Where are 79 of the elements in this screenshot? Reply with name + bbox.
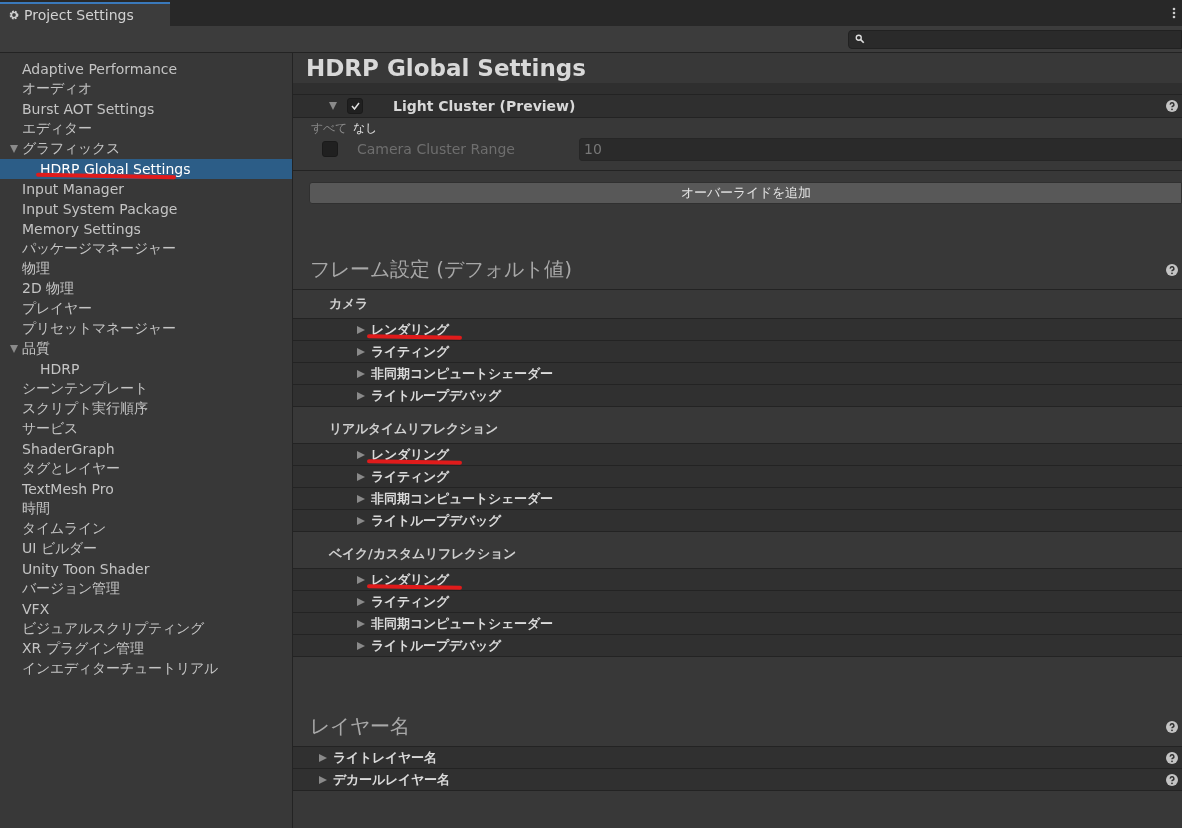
sidebar-item[interactable]: HDRP Global Settings [0,159,292,179]
sidebar-item[interactable]: サービス [0,419,292,439]
sidebar-item[interactable]: タグとレイヤー [0,459,292,479]
sidebar-item[interactable]: Adaptive Performance [0,59,292,79]
foldout-row[interactable]: ライトループデバッグ [293,385,1182,407]
sidebar-item[interactable]: TextMesh Pro [0,479,292,499]
expand-arrow-icon[interactable] [357,575,365,584]
foldout-row[interactable]: 非同期コンピュートシェーダー [293,363,1182,385]
foldout-row[interactable]: ライトループデバッグ [293,510,1182,532]
foldout-row[interactable]: 非同期コンピュートシェーダー [293,488,1182,510]
help-icon[interactable] [1166,263,1178,276]
foldout-row[interactable]: 非同期コンピュートシェーダー [293,613,1182,635]
sidebar-item[interactable]: オーディオ [0,79,292,99]
expand-arrow-icon[interactable] [357,450,365,459]
sidebar-item[interactable]: 品質 [0,339,292,359]
help-icon[interactable] [1166,751,1178,764]
sidebar-item[interactable]: XR プラグイン管理 [0,639,292,659]
expand-arrow-icon[interactable] [357,494,365,503]
expand-arrow-icon[interactable] [357,516,365,525]
check-icon [350,102,360,110]
expand-arrow-icon [10,345,18,353]
expand-arrow-icon[interactable] [357,347,365,356]
expand-arrow-icon[interactable] [357,325,365,334]
expand-arrow-icon[interactable] [319,753,327,762]
help-icon[interactable] [1166,100,1178,112]
sidebar-item[interactable]: パッケージマネージャー [0,239,292,259]
sidebar-item[interactable]: UI ビルダー [0,539,292,559]
sidebar-item[interactable]: Input Manager [0,179,292,199]
select-all-link[interactable]: すべて [311,119,347,137]
sidebar-item[interactable]: Memory Settings [0,219,292,239]
expand-arrow-icon[interactable] [357,472,365,481]
sidebar-item[interactable]: グラフィックス [0,139,292,159]
foldout-row[interactable]: デカールレイヤー名 [293,769,1182,791]
sidebar-item[interactable]: シーンテンプレート [0,379,292,399]
sidebar-item[interactable]: 時間 [0,499,292,519]
expand-arrow-icon[interactable] [357,619,365,628]
sidebar-item[interactable]: プレイヤー [0,299,292,319]
section-title: フレーム設定 (デフォルト値) [310,256,572,283]
search-icon [855,34,865,44]
checkbox[interactable] [347,98,363,114]
more-menu-icon[interactable] [1172,7,1176,19]
sidebar-item[interactable]: Unity Toon Shader [0,559,292,579]
sidebar-item[interactable]: プリセットマネージャー [0,319,292,339]
sidebar-item[interactable]: ShaderGraph [0,439,292,459]
sidebar-item[interactable]: エディター [0,119,292,139]
help-icon[interactable] [1166,720,1178,733]
foldout-row[interactable]: ライトループデバッグ [293,635,1182,657]
page-title: HDRP Global Settings [305,54,587,83]
foldout-row[interactable]: ライティング [293,341,1182,363]
sidebar-item[interactable]: ビジュアルスクリプティング [0,619,292,639]
checkbox[interactable] [322,141,338,157]
expand-arrow-icon [10,145,18,153]
expand-arrow-icon[interactable] [357,597,365,606]
sidebar-item[interactable]: Burst AOT Settings [0,99,292,119]
sidebar-item[interactable]: 2D 物理 [0,279,292,299]
section-title: レイヤー名 [310,713,410,740]
sidebar-item[interactable]: VFX [0,599,292,619]
expand-arrow-icon[interactable] [357,369,365,378]
expand-arrow-icon[interactable] [329,102,337,110]
sidebar-item[interactable]: バージョン管理 [0,579,292,599]
foldout-row[interactable]: ライティング [293,466,1182,488]
expand-arrow-icon[interactable] [357,641,365,650]
sidebar-item[interactable]: HDRP [0,359,292,379]
sidebar-item[interactable]: タイムライン [0,519,292,539]
foldout-row[interactable]: ライティング [293,591,1182,613]
select-none-link[interactable]: なし [353,119,377,137]
add-override-button[interactable]: オーバーライドを追加 [309,182,1182,204]
settings-icon [8,9,20,21]
expand-arrow-icon[interactable] [319,775,327,784]
override-row[interactable]: Light Cluster (Preview) [293,95,1182,118]
sidebar-item[interactable]: Input System Package [0,199,292,219]
search-field[interactable] [848,29,1182,49]
expand-arrow-icon[interactable] [357,391,365,400]
sidebar-item[interactable]: インエディターチュートリアル [0,659,292,679]
sidebar-item[interactable]: 物理 [0,259,292,279]
window-tab[interactable]: Project Settings [0,2,170,26]
sidebar-item[interactable]: スクリプト実行順序 [0,399,292,419]
foldout-row[interactable]: ライトレイヤー名 [293,747,1182,769]
help-icon[interactable] [1166,773,1178,786]
